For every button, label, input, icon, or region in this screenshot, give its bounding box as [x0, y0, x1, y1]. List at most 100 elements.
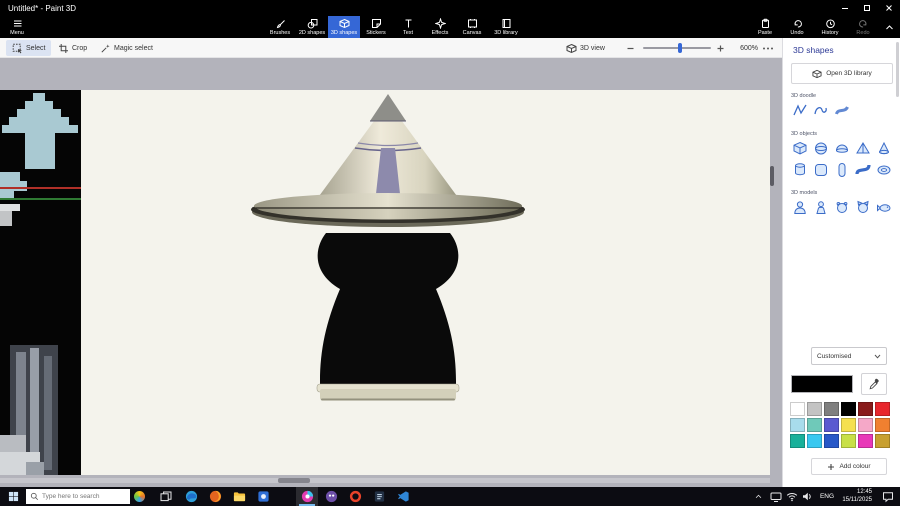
- cube-icon[interactable]: [791, 140, 808, 157]
- colour-swatch[interactable]: [807, 418, 822, 432]
- woman-icon[interactable]: [812, 199, 829, 216]
- colour-swatch[interactable]: [807, 434, 822, 448]
- curved-tube-icon[interactable]: [854, 161, 871, 178]
- start-button[interactable]: [0, 487, 26, 506]
- drawing-canvas[interactable]: [81, 90, 770, 475]
- zoom-out-button[interactable]: [626, 38, 635, 58]
- vertical-scrollbar-thumb[interactable]: [770, 166, 774, 186]
- menu-button[interactable]: Menu: [0, 16, 34, 38]
- panel-scrollbar-thumb[interactable]: [896, 42, 899, 97]
- tray-icon-volume[interactable]: [800, 487, 816, 506]
- colour-swatch[interactable]: [858, 402, 873, 416]
- colour-swatch[interactable]: [790, 418, 805, 432]
- rounded-cube-icon[interactable]: [812, 161, 829, 178]
- tool-effects[interactable]: Effects: [424, 16, 456, 38]
- undo-button[interactable]: Undo: [782, 16, 812, 38]
- sharp-edge-doodle-icon[interactable]: [791, 102, 808, 119]
- colour-swatch[interactable]: [858, 418, 873, 432]
- taskbar-app-file-explorer[interactable]: [228, 487, 250, 506]
- maximize-button[interactable]: [856, 0, 878, 16]
- clock-date: 15/11/2025: [842, 496, 872, 503]
- open-3d-library-button[interactable]: Open 3D library: [791, 63, 893, 84]
- tray-icon-display[interactable]: [768, 487, 784, 506]
- 3d-view-toggle[interactable]: 3D view: [566, 38, 605, 58]
- select-button[interactable]: Select: [6, 40, 52, 56]
- eyedropper-button[interactable]: [861, 373, 887, 395]
- effects-icon: [434, 18, 446, 29]
- horizontal-scrollbar[interactable]: [0, 478, 770, 483]
- taskbar-app-photos[interactable]: [252, 487, 274, 506]
- tool-stickers[interactable]: Stickers: [360, 16, 392, 38]
- tool-3d-shapes[interactable]: 3D shapes: [328, 16, 360, 38]
- selected-colour-swatch[interactable]: [791, 375, 853, 393]
- history-button[interactable]: History: [814, 16, 846, 38]
- soft-edge-doodle-icon[interactable]: [812, 102, 829, 119]
- magic-select-button[interactable]: Magic select: [100, 38, 153, 58]
- language-indicator[interactable]: ENG: [818, 487, 836, 506]
- colour-swatch[interactable]: [790, 434, 805, 448]
- search-input[interactable]: [42, 493, 122, 500]
- colour-swatch[interactable]: [841, 418, 856, 432]
- canvas-pixel-art-region[interactable]: [0, 90, 81, 475]
- man-icon[interactable]: [791, 199, 808, 216]
- zoom-slider-thumb[interactable]: [678, 43, 682, 53]
- hemisphere-icon[interactable]: [833, 140, 850, 157]
- colour-swatch[interactable]: [875, 402, 890, 416]
- doughnut-icon[interactable]: [875, 161, 892, 178]
- cat-icon[interactable]: [854, 199, 871, 216]
- tool-3d-library[interactable]: 3D library: [488, 16, 524, 38]
- colour-swatch[interactable]: [824, 418, 839, 432]
- taskbar-app-edge[interactable]: [180, 487, 202, 506]
- paste-icon: [761, 18, 769, 29]
- tool-2d-shapes[interactable]: 2D shapes: [296, 16, 328, 38]
- colour-swatch[interactable]: [875, 434, 890, 448]
- redo-button[interactable]: Redo: [848, 16, 878, 38]
- capsule-icon[interactable]: [833, 161, 850, 178]
- colour-swatch[interactable]: [841, 434, 856, 448]
- taskbar-app-firefox[interactable]: [204, 487, 226, 506]
- tray-icon-wifi[interactable]: [784, 487, 800, 506]
- taskbar-search-box[interactable]: [26, 489, 130, 504]
- colour-swatch[interactable]: [824, 434, 839, 448]
- horizontal-scrollbar-thumb[interactable]: [278, 478, 310, 483]
- fish-icon[interactable]: [875, 199, 892, 216]
- colour-swatch[interactable]: [824, 402, 839, 416]
- 3d-model-object[interactable]: [81, 90, 770, 475]
- minimize-button[interactable]: [834, 0, 856, 16]
- colour-swatch[interactable]: [841, 402, 856, 416]
- 3d-doodle-row: [791, 102, 850, 119]
- hidden-icons-chevron[interactable]: [750, 487, 766, 506]
- zoom-in-button[interactable]: [716, 38, 725, 58]
- search-highlights-icon[interactable]: [134, 491, 145, 502]
- dog-icon[interactable]: [833, 199, 850, 216]
- task-view-button[interactable]: [156, 487, 176, 506]
- pyramid-icon[interactable]: [854, 140, 871, 157]
- colour-swatch[interactable]: [875, 418, 890, 432]
- taskbar-app-vscode[interactable]: [392, 487, 414, 506]
- taskbar-app-paint-3d[interactable]: [296, 487, 318, 506]
- close-button[interactable]: [878, 0, 900, 16]
- zoom-slider-track[interactable]: [643, 47, 711, 49]
- collapse-ribbon-button[interactable]: [880, 16, 898, 38]
- colour-swatch[interactable]: [807, 402, 822, 416]
- zoom-level: 600%: [740, 44, 758, 52]
- action-center-button[interactable]: [878, 487, 898, 506]
- tool-text[interactable]: Text: [392, 16, 424, 38]
- taskbar-app-notepad[interactable]: [368, 487, 390, 506]
- sphere-icon[interactable]: [812, 140, 829, 157]
- cylinder-icon[interactable]: [791, 161, 808, 178]
- taskbar-clock[interactable]: 12:45 15/11/2025: [836, 489, 872, 504]
- customised-dropdown[interactable]: Customised: [811, 347, 887, 365]
- crop-button[interactable]: Crop: [58, 38, 87, 58]
- more-options-button[interactable]: [762, 38, 774, 58]
- taskbar-app-opera[interactable]: [344, 487, 366, 506]
- tool-brushes[interactable]: Brushes: [264, 16, 296, 38]
- colour-swatch[interactable]: [790, 402, 805, 416]
- tube-brush-doodle-icon[interactable]: [833, 102, 850, 119]
- tool-canvas[interactable]: Canvas: [456, 16, 488, 38]
- add-colour-button[interactable]: Add colour: [811, 458, 887, 475]
- taskbar-app-gimp[interactable]: [320, 487, 342, 506]
- colour-swatch[interactable]: [858, 434, 873, 448]
- cone-icon[interactable]: [875, 140, 892, 157]
- paste-button[interactable]: Paste: [750, 16, 780, 38]
